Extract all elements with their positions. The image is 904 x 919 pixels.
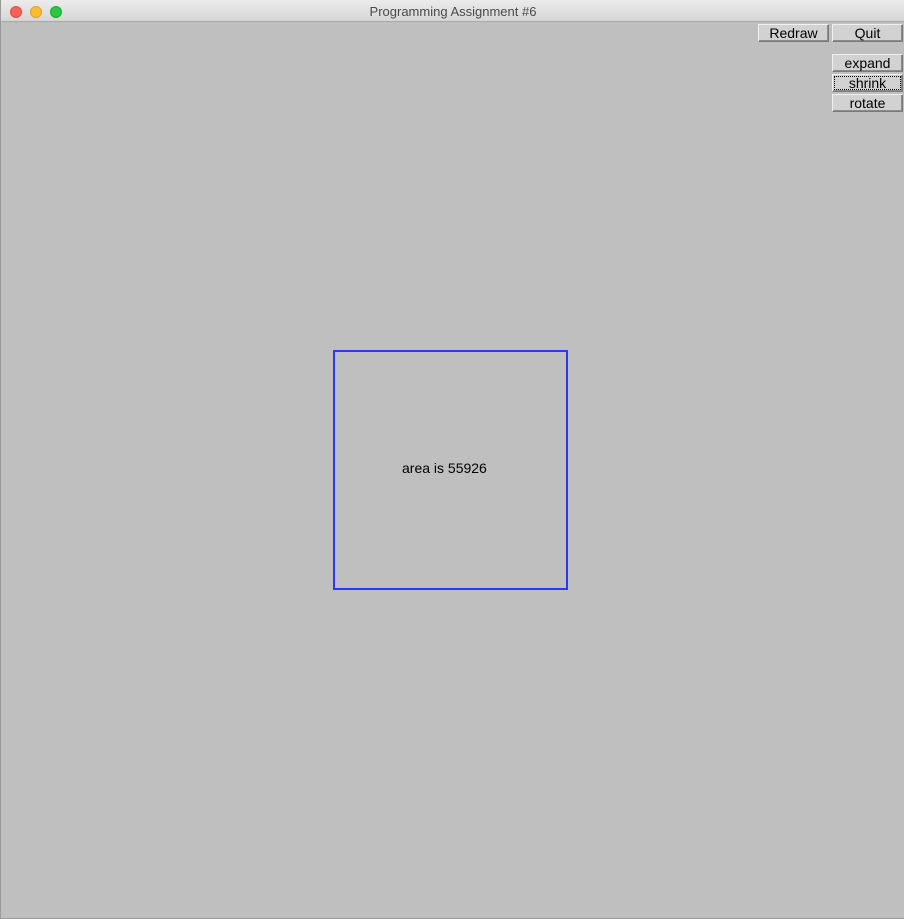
window-title: Programming Assignment #6 [369,4,537,19]
title-bar: Programming Assignment #6 [1,0,904,22]
redraw-button[interactable]: Redraw [758,24,829,42]
expand-button[interactable]: expand [832,54,903,72]
quit-button[interactable]: Quit [832,24,903,42]
area-label: area is 55926 [402,460,487,476]
app-window: Programming Assignment #6 Redraw Quit ex… [0,0,904,919]
drawing-canvas[interactable]: Redraw Quit expand shrink rotate area is… [2,22,904,918]
shrink-button[interactable]: shrink [832,74,903,92]
rotate-button[interactable]: rotate [832,94,903,112]
